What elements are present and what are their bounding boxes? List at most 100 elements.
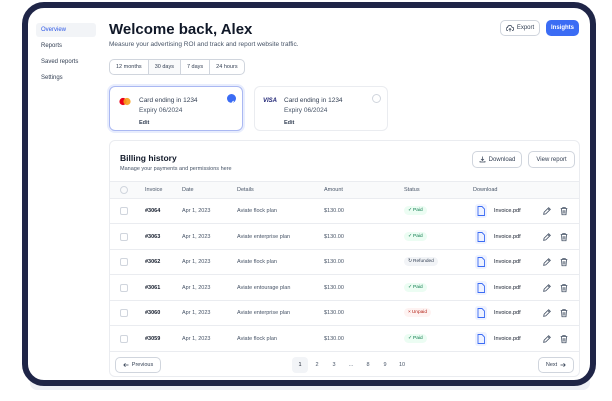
export-button[interactable]: Export — [500, 20, 540, 36]
pdf-file-icon[interactable] — [475, 331, 487, 346]
edit-pencil-icon[interactable] — [542, 257, 552, 267]
range-24-hours[interactable]: 24 hours — [210, 60, 243, 74]
select-all-checkbox[interactable] — [120, 186, 128, 194]
invoice-number: #3060 — [145, 310, 161, 316]
table-row: #3062 Apr 1, 2023 Aviate flock plan $130.00… — [110, 250, 579, 275]
table-row: #3059 Apr 1, 2023 Aviate flock plan $130.00… — [110, 327, 579, 352]
page-numbers: 1 2 3... 8 9 10 — [292, 357, 410, 373]
previous-page-button[interactable]: Previous — [115, 357, 161, 373]
page-number[interactable]: 9 — [377, 357, 393, 373]
page-number[interactable]: 2 — [309, 357, 325, 373]
visa-logo-icon: VISA — [263, 98, 278, 104]
trash-icon[interactable] — [559, 308, 569, 318]
row-checkbox[interactable] — [120, 207, 128, 215]
sidebar-item-settings[interactable]: Settings — [36, 71, 96, 85]
trash-icon[interactable] — [559, 334, 569, 344]
table-row: #3063 Apr 1, 2023 Aviate enterprise plan $1… — [110, 225, 579, 250]
invoice-details: Aviate entourage plan — [237, 284, 291, 291]
edit-pencil-icon[interactable] — [542, 232, 552, 242]
sidebar-item-reports[interactable]: Reports — [36, 39, 96, 53]
pdf-file-icon[interactable] — [475, 229, 487, 244]
paid-check-icon: ✓ — [408, 233, 413, 239]
page-number[interactable]: 1 — [292, 357, 308, 373]
invoice-file-link[interactable]: Invoice.pdf — [494, 208, 521, 214]
col-invoice: Invoice — [145, 187, 163, 193]
invoice-number: #3062 — [145, 259, 161, 265]
status-badge: ✓ Paid — [404, 333, 427, 343]
status-label: Paid — [413, 208, 423, 213]
page-ellipsis: ... — [348, 362, 354, 368]
col-date: Date — [182, 187, 194, 193]
view-report-button[interactable]: View report — [528, 151, 575, 168]
export-label: Export — [516, 25, 535, 31]
range-30-days[interactable]: 30 days — [148, 60, 181, 74]
invoice-date: Apr 1, 2023 — [182, 310, 211, 316]
sidebar-item-saved-reports[interactable]: Saved reports — [36, 55, 96, 69]
edit-pencil-icon[interactable] — [542, 206, 552, 216]
trash-icon[interactable] — [559, 232, 569, 242]
invoice-file-link[interactable]: Invoice.pdf — [494, 259, 521, 265]
card-edit-link[interactable]: Edit — [139, 120, 149, 126]
row-checkbox[interactable] — [120, 334, 128, 343]
edit-pencil-icon[interactable] — [542, 334, 552, 344]
date-range-tabs: 12 months 30 days 7 days 24 hours — [109, 59, 245, 75]
edit-pencil-icon[interactable] — [542, 308, 552, 318]
cloud-upload-icon — [505, 24, 514, 31]
payment-card-mastercard[interactable]: Card ending in 1234 Expiry 06/2024 Edit — [109, 86, 243, 131]
invoice-file-link[interactable]: Invoice.pdf — [494, 336, 521, 342]
invoice-file-link[interactable]: Invoice.pdf — [494, 285, 521, 291]
row-checkbox[interactable] — [120, 232, 128, 241]
page-number[interactable]: 8 — [360, 357, 376, 373]
invoice-amount: $130.00 — [324, 233, 344, 240]
page-number[interactable]: 10 — [394, 357, 410, 373]
invoice-amount: $130.00 — [324, 208, 344, 214]
billing-history-panel: Billing history Manage your payments and… — [109, 140, 580, 377]
status-badge: × Unpaid — [404, 308, 432, 317]
status-badge: ✓ Paid — [404, 206, 427, 215]
pdf-file-icon[interactable] — [475, 255, 487, 269]
sidebar: Overview Reports Saved reports Settings — [36, 23, 96, 87]
billing-title: Billing history — [120, 153, 177, 163]
paid-check-icon: ✓ — [408, 208, 413, 213]
row-checkbox[interactable] — [120, 283, 128, 292]
table-row: #3064 Apr 1, 2023 Aviate flock plan $130.00… — [110, 199, 579, 224]
invoice-amount: $130.00 — [324, 335, 344, 342]
trash-icon[interactable] — [559, 206, 569, 216]
invoice-details: Aviate flock plan — [237, 208, 277, 214]
insights-button[interactable]: Insights — [546, 20, 579, 36]
invoice-file-link[interactable]: Invoice.pdf — [494, 310, 521, 316]
download-button[interactable]: Download — [472, 151, 522, 168]
edit-pencil-icon[interactable] — [542, 283, 552, 293]
card-selected-check-icon[interactable] — [227, 94, 236, 105]
status-badge: ✓ Paid — [404, 231, 427, 241]
mastercard-logo-icon — [119, 97, 131, 106]
download-label: Download — [488, 156, 516, 163]
pdf-file-icon[interactable] — [475, 204, 487, 218]
status-label: Paid — [413, 284, 423, 290]
pdf-file-icon[interactable] — [475, 306, 487, 320]
range-7-days[interactable]: 7 days — [181, 60, 211, 74]
page-number[interactable]: 3 — [326, 357, 342, 373]
status-label: Refunded — [413, 259, 434, 264]
invoice-details: Aviate flock plan — [237, 259, 277, 265]
device-frame: Overview Reports Saved reports Settings … — [22, 2, 596, 386]
billing-subtitle: Manage your payments and permissions her… — [120, 166, 232, 172]
trash-icon[interactable] — [559, 257, 569, 267]
payment-card-visa[interactable]: VISA Card ending in 1234 Expiry 06/2024 … — [254, 86, 388, 131]
invoice-date: Apr 1, 2023 — [182, 233, 211, 240]
sidebar-item-overview[interactable]: Overview — [36, 23, 96, 37]
range-12-months[interactable]: 12 months — [110, 60, 149, 74]
row-checkbox[interactable] — [120, 258, 128, 266]
next-page-button[interactable]: Next — [538, 357, 574, 373]
trash-icon[interactable] — [559, 283, 569, 293]
invoice-amount: $130.00 — [324, 310, 344, 316]
card-select-radio[interactable] — [372, 94, 381, 103]
previous-label: Previous — [131, 362, 154, 368]
col-details: Details — [237, 187, 254, 193]
card-edit-link[interactable]: Edit — [284, 120, 294, 126]
invoice-date: Apr 1, 2023 — [182, 208, 211, 214]
row-checkbox[interactable] — [120, 309, 128, 317]
invoice-file-link[interactable]: Invoice.pdf — [494, 234, 521, 240]
pdf-file-icon[interactable] — [475, 280, 487, 295]
invoice-amount: $130.00 — [324, 259, 344, 265]
